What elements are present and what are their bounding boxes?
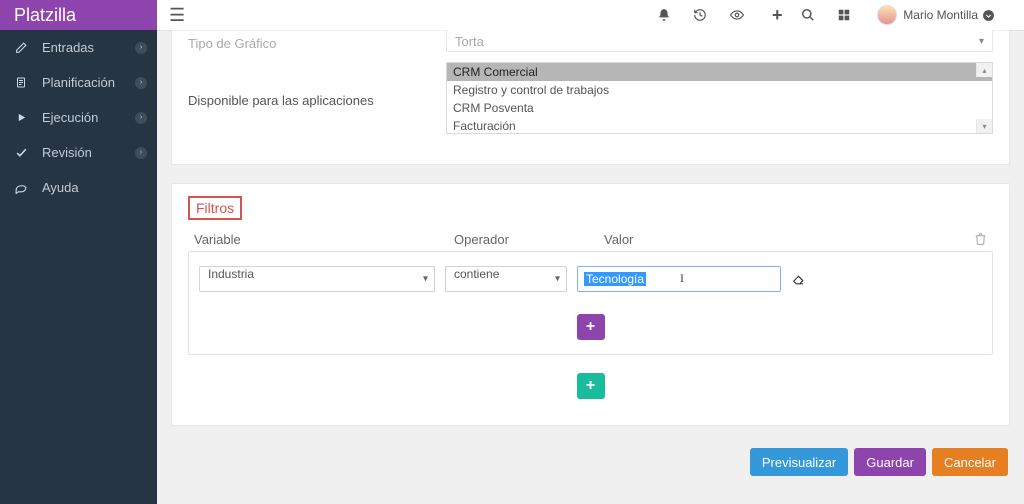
filter-operator-select[interactable]: contiene	[445, 266, 567, 292]
tipo-grafico-label: Tipo de Gráfico	[188, 32, 426, 51]
apps-option[interactable]: CRM Comercial	[447, 63, 992, 81]
plus-icon: +	[586, 377, 595, 395]
history-icon[interactable]	[693, 8, 717, 22]
sidebar-item-planificacion[interactable]: Planificación ›	[0, 65, 157, 100]
filters-header-row: Variable Operador Valor	[188, 232, 993, 251]
chevron-right-icon: ›	[135, 112, 147, 124]
filter-row: Industria contiene Tecnología I	[199, 266, 982, 292]
clear-value-icon[interactable]	[791, 273, 811, 286]
cancel-button-label: Cancelar	[944, 455, 996, 470]
content: Tipo de Gráfico Torta Disponible para la…	[157, 0, 1024, 504]
save-button[interactable]: Guardar	[854, 448, 926, 476]
notifications-icon[interactable]	[657, 8, 681, 22]
add-filter-row-button[interactable]: +	[577, 314, 605, 340]
filter-operator-value: contiene	[454, 267, 499, 281]
sidebar-item-ayuda[interactable]: Ayuda	[0, 170, 157, 205]
plus-icon[interactable]: +	[765, 5, 789, 26]
search-icon[interactable]	[801, 8, 825, 22]
text-cursor-icon: I	[680, 271, 684, 286]
apps-multiselect[interactable]: CRM Comercial Registro y control de trab…	[446, 62, 993, 134]
apps-option[interactable]: Facturación	[447, 117, 992, 135]
brand-logo: Platzilla	[0, 0, 157, 30]
filters-title: Filtros	[188, 196, 242, 220]
chevron-right-icon: ›	[135, 42, 147, 54]
eye-icon[interactable]	[729, 8, 753, 22]
grid-icon[interactable]	[837, 8, 861, 22]
chevron-right-icon: ›	[135, 77, 147, 89]
filter-rows-container: Industria contiene Tecnología I +	[188, 251, 993, 355]
sidebar-item-label: Ayuda	[42, 180, 79, 195]
file-icon	[14, 76, 28, 90]
topbar: ☰ + Mario Montilla	[157, 0, 1024, 30]
menu-toggle-icon[interactable]: ☰	[169, 5, 185, 26]
filters-header-valor: Valor	[604, 232, 904, 247]
trash-icon[interactable]	[974, 232, 987, 247]
sidebar-item-label: Entradas	[42, 40, 94, 55]
tipo-grafico-value: Torta	[455, 34, 484, 49]
filters-header-operador: Operador	[454, 232, 604, 247]
disponible-label: Disponible para las aplicaciones	[188, 89, 426, 108]
tipo-grafico-select[interactable]: Torta	[446, 30, 993, 52]
brand-text: Platzilla	[14, 5, 76, 26]
cancel-button[interactable]: Cancelar	[932, 448, 1008, 476]
sidebar: Platzilla Entradas › Planificación › Eje…	[0, 0, 157, 504]
apps-option[interactable]: Registro y control de trabajos	[447, 81, 992, 99]
chevron-right-icon: ›	[135, 147, 147, 159]
play-icon	[14, 111, 28, 125]
save-button-label: Guardar	[866, 455, 914, 470]
edit-icon	[14, 41, 28, 55]
sidebar-item-label: Ejecución	[42, 110, 98, 125]
preview-button-label: Previsualizar	[762, 455, 836, 470]
preview-button[interactable]: Previsualizar	[750, 448, 848, 476]
apps-option[interactable]: CRM Posventa	[447, 99, 992, 117]
username: Mario Montilla	[903, 8, 978, 22]
chart-settings-panel: Tipo de Gráfico Torta Disponible para la…	[171, 30, 1010, 165]
plus-icon: +	[586, 318, 595, 336]
sidebar-item-label: Revisión	[42, 145, 92, 160]
user-menu-caret-icon[interactable]	[982, 9, 1006, 22]
check-icon	[14, 146, 28, 160]
avatar[interactable]	[877, 5, 897, 25]
sidebar-item-ejecucion[interactable]: Ejecución ›	[0, 100, 157, 135]
filters-header-variable: Variable	[194, 232, 454, 247]
scroll-up-icon[interactable]: ▴	[976, 63, 992, 77]
filters-panel: Filtros Variable Operador Valor Industri…	[171, 183, 1010, 426]
filter-value-text: Tecnología	[584, 272, 646, 286]
filter-variable-select[interactable]: Industria	[199, 266, 435, 292]
sidebar-item-label: Planificación	[42, 75, 115, 90]
scroll-down-icon[interactable]: ▾	[976, 119, 992, 133]
sidebar-item-entradas[interactable]: Entradas ›	[0, 30, 157, 65]
filter-value-input[interactable]: Tecnología I	[577, 266, 781, 292]
chat-icon	[14, 181, 28, 195]
add-filter-group-button[interactable]: +	[577, 373, 605, 399]
sidebar-item-revision[interactable]: Revisión ›	[0, 135, 157, 170]
footer-buttons: Previsualizar Guardar Cancelar	[171, 444, 1010, 476]
filter-variable-value: Industria	[208, 267, 254, 281]
